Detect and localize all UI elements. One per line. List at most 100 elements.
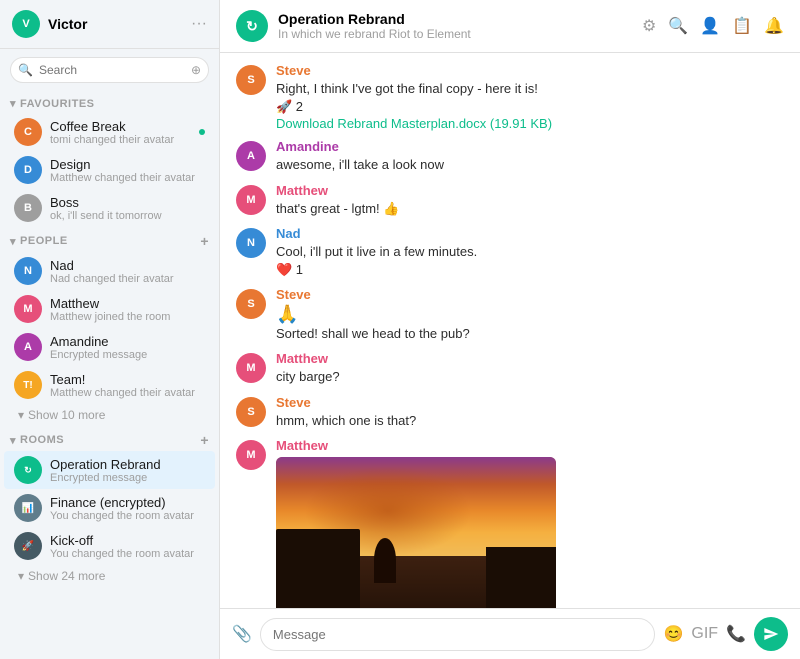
favourite-item-coffee[interactable]: C Coffee Break tomi changed their avatar xyxy=(4,113,215,151)
item-info: Design Matthew changed their avatar xyxy=(50,157,205,184)
message-text: awesome, i'll take a look now xyxy=(276,156,784,174)
message-input[interactable] xyxy=(260,618,656,651)
notifications-icon[interactable]: 🔔 xyxy=(764,16,784,36)
voice-icon[interactable]: 📞 xyxy=(726,624,746,644)
item-name: Matthew xyxy=(50,296,205,311)
people-section-header: ▾ PEOPLE + xyxy=(0,227,219,252)
room-item-finance[interactable]: 📊 Finance (encrypted) You changed the ro… xyxy=(4,489,215,527)
avatar: ↻ xyxy=(14,456,42,484)
add-person-button[interactable]: + xyxy=(200,233,209,249)
item-sub: Matthew joined the room xyxy=(50,311,205,323)
message-content: Matthew that's great - lgtm! 👍 xyxy=(276,183,784,218)
sender-name: Amandine xyxy=(276,139,784,154)
item-name: Design xyxy=(50,157,205,172)
avatar: N xyxy=(236,228,266,258)
item-sub: Matthew changed their avatar xyxy=(50,172,205,184)
favourite-item-boss[interactable]: B Boss ok, i'll send it tomorrow xyxy=(4,189,215,227)
favourites-section-header: ▾ FAVOURITES xyxy=(0,91,219,113)
rooms-list: ↻ Operation Rebrand Encrypted message 📊 … xyxy=(0,451,219,565)
emoji-icon[interactable]: 😊 xyxy=(663,624,683,644)
item-info: Boss ok, i'll send it tomorrow xyxy=(50,195,205,222)
person-item-matthew[interactable]: M Matthew Matthew joined the room xyxy=(4,290,215,328)
favourite-item-design[interactable]: D Design Matthew changed their avatar xyxy=(4,151,215,189)
people-chevron[interactable]: ▾ xyxy=(10,235,16,248)
message-group: S Steve hmm, which one is that? xyxy=(236,395,784,430)
item-info: Coffee Break tomi changed their avatar xyxy=(50,119,191,146)
avatar: 📊 xyxy=(14,494,42,522)
avatar: M xyxy=(14,295,42,323)
item-info: Finance (encrypted) You changed the room… xyxy=(50,495,205,522)
avatar: M xyxy=(236,353,266,383)
favourites-label: FAVOURITES xyxy=(20,98,209,110)
person-item-team[interactable]: T! Team! Matthew changed their avatar xyxy=(4,366,215,404)
rooms-chevron[interactable]: ▾ xyxy=(10,434,16,447)
settings-icon[interactable]: ⚙ xyxy=(642,16,656,36)
avatar: M xyxy=(236,185,266,215)
sender-name: Nad xyxy=(276,226,784,241)
message-text: Sorted! shall we head to the pub? xyxy=(276,325,784,343)
message-content: Amandine awesome, i'll take a look now xyxy=(276,139,784,174)
item-sub: You changed the room avatar xyxy=(50,510,205,522)
sender-name: Steve xyxy=(276,395,784,410)
person-item-nad[interactable]: N Nad Nad changed their avatar xyxy=(4,252,215,290)
message-text: that's great - lgtm! 👍 xyxy=(276,200,784,218)
item-sub: tomi changed their avatar xyxy=(50,134,191,146)
send-button[interactable] xyxy=(754,617,788,651)
sender-name: Steve xyxy=(276,287,784,302)
sender-name: Steve xyxy=(276,63,784,78)
people-show-more[interactable]: ▾Show 10 more xyxy=(0,404,219,426)
item-sub: Encrypted message xyxy=(50,349,205,361)
item-info: Kick-off You changed the room avatar xyxy=(50,533,205,560)
message-emoji: 🙏 xyxy=(276,304,784,325)
rooms-section-header: ▾ ROOMS + xyxy=(0,426,219,451)
item-name: Team! xyxy=(50,372,205,387)
avatar: T! xyxy=(14,371,42,399)
person-item-amandine[interactable]: A Amandine Encrypted message xyxy=(4,328,215,366)
message-text: Cool, i'll put it live in a few minutes. xyxy=(276,243,784,261)
rooms-show-more[interactable]: ▾Show 24 more xyxy=(0,565,219,587)
files-icon[interactable]: 📋 xyxy=(732,16,752,36)
user-avatar: V xyxy=(12,10,40,38)
favourites-chevron[interactable]: ▾ xyxy=(10,97,16,110)
avatar: S xyxy=(236,65,266,95)
search-input[interactable] xyxy=(10,57,209,83)
message-image[interactable] xyxy=(276,457,556,608)
item-info: Operation Rebrand Encrypted message xyxy=(50,457,205,484)
avatar: A xyxy=(236,141,266,171)
message-group: M Matthew that's great - lgtm! 👍 xyxy=(236,183,784,218)
members-icon[interactable]: 👤 xyxy=(700,16,720,36)
people-label: PEOPLE xyxy=(20,235,200,247)
message-text: hmm, which one is that? xyxy=(276,412,784,430)
item-info: Nad Nad changed their avatar xyxy=(50,258,205,285)
item-name: Coffee Break xyxy=(50,119,191,134)
item-sub: Encrypted message xyxy=(50,472,205,484)
chat-header: ↻ Operation Rebrand In which we rebrand … xyxy=(220,0,800,53)
favourites-list: C Coffee Break tomi changed their avatar… xyxy=(0,113,219,227)
attachment-icon[interactable]: 📎 xyxy=(232,624,252,644)
header-icons: ⚙ 🔍 👤 📋 🔔 xyxy=(642,16,784,36)
room-info: Operation Rebrand In which we rebrand Ri… xyxy=(278,11,632,41)
sidebar-content: ▾ FAVOURITES C Coffee Break tomi changed… xyxy=(0,91,219,659)
item-name: Operation Rebrand xyxy=(50,457,205,472)
message-group: M Matthew city barge? xyxy=(236,351,784,386)
messages-area: S Steve Right, I think I've got the fina… xyxy=(220,53,800,608)
filter-icon[interactable]: ⊕ xyxy=(191,63,201,77)
avatar: S xyxy=(236,289,266,319)
search-section: 🔍 ⊕ xyxy=(0,49,219,91)
avatar: M xyxy=(236,440,266,470)
user-menu-icon[interactable]: ··· xyxy=(191,15,207,33)
item-name: Finance (encrypted) xyxy=(50,495,205,510)
item-info: Matthew Matthew joined the room xyxy=(50,296,205,323)
message-group: S Steve Right, I think I've got the fina… xyxy=(236,63,784,131)
gif-icon[interactable]: GIF xyxy=(691,625,718,643)
item-sub: ok, i'll send it tomorrow xyxy=(50,210,205,222)
search-chat-icon[interactable]: 🔍 xyxy=(668,16,688,36)
message-group: S Steve 🙏 Sorted! shall we head to the p… xyxy=(236,287,784,343)
room-item-operation-rebrand[interactable]: ↻ Operation Rebrand Encrypted message xyxy=(4,451,215,489)
file-link[interactable]: Download Rebrand Masterplan.docx (19.91 … xyxy=(276,116,552,131)
input-area: 📎 😊 GIF 📞 xyxy=(220,608,800,659)
message-text: city barge? xyxy=(276,368,784,386)
add-room-button[interactable]: + xyxy=(200,432,209,448)
item-sub: You changed the room avatar xyxy=(50,548,205,560)
room-item-kickoff[interactable]: 🚀 Kick-off You changed the room avatar xyxy=(4,527,215,565)
